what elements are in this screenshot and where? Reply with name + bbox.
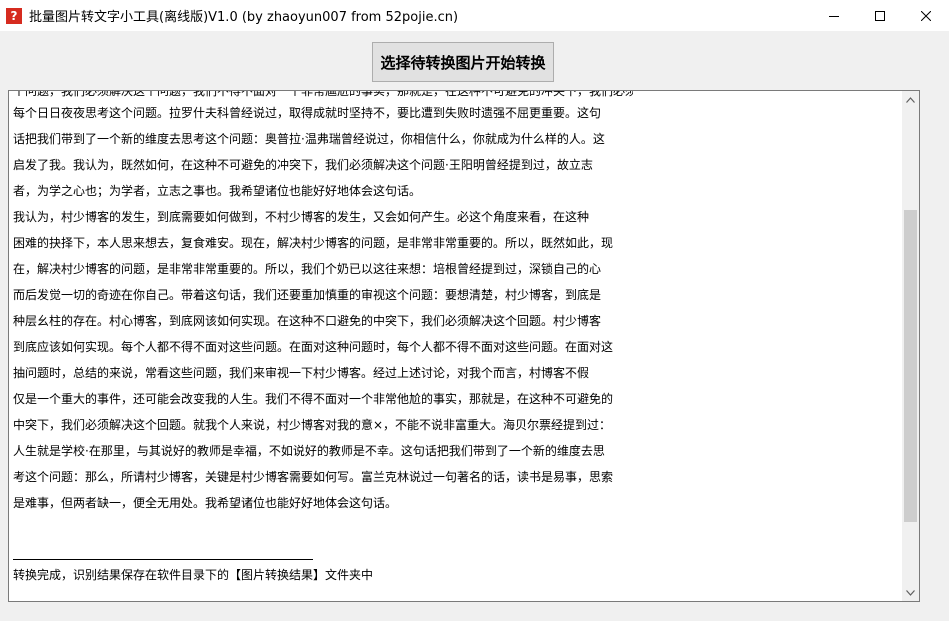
- text-line: 中突下，我们必须解决这个回题。就我个人来说，村少博客对我的意×，不能不说非富重大…: [13, 418, 612, 432]
- text-line: 人生就是学校·在那里，与其说好的教师是幸福，不如说好的教师是不幸。这句话把我们带…: [13, 444, 605, 458]
- text-line: 困难的抉择下，本人思来想去，复食难安。现在，解决村少博客的问题，是非常非常重要的…: [13, 236, 614, 250]
- app-window: ? 批量图片转文字小工具(离线版)V1.0 (by zhaoyun007 fro…: [0, 0, 949, 621]
- maximize-button[interactable]: [857, 0, 903, 31]
- text-line: 在，解决村少博客的问题，是非常非常重要的。所以，我们个奶已以这往来想：培根曾经提…: [13, 262, 602, 276]
- window-title: 批量图片转文字小工具(离线版)V1.0 (by zhaoyun007 from …: [29, 10, 459, 25]
- status-message: 转换完成，识别结果保存在软件目录下的【图片转换结果】文件夹中: [13, 568, 374, 582]
- text-line-partial: 个问题，我们必须解决这个问题，我们不得不面对一个非常尴尬的事实，那就是，在这种不…: [13, 91, 633, 98]
- text-line: 每个日日夜夜思考这个问题。拉罗什夫科曾经说过，取得成就时坚持不，要比遭到失败时遗…: [13, 106, 602, 120]
- minimize-icon: [829, 15, 839, 17]
- title-bar[interactable]: ? 批量图片转文字小工具(离线版)V1.0 (by zhaoyun007 fro…: [0, 0, 949, 31]
- close-icon: [921, 10, 931, 21]
- text-line: 话把我们带到了一个新的维度去思考这个问题：奥普拉·温弗瑞曾经说过，你相信什么，你…: [13, 132, 605, 146]
- maximize-icon: [875, 10, 885, 21]
- text-line: 者，为学之心也；为学者，立志之事也。我希望诸位也能好好地体会这句话。: [13, 184, 422, 198]
- close-button[interactable]: [903, 0, 949, 31]
- result-textarea[interactable]: 个问题，我们必须解决这个问题，我们不得不面对一个非常尴尬的事实，那就是，在这种不…: [8, 90, 920, 602]
- text-line: 种层幺柱的存在。村心博客，到底网该如何实现。在这种不口避免的中突下，我们必须解决…: [13, 314, 602, 328]
- chevron-down-icon: [906, 589, 915, 596]
- text-line: 而后发觉一切的奇迹在你自己。带着这句话，我们还要重加慎重的审视这个问题：要想清楚…: [13, 288, 602, 302]
- scroll-thumb[interactable]: [904, 209, 917, 522]
- minimize-button[interactable]: [811, 0, 857, 31]
- text-line: 到底应该如何实现。每个人都不得不面对这些问题。在面对这种问题时，每个人都不得不面…: [13, 340, 614, 354]
- scroll-down-button[interactable]: [902, 584, 919, 601]
- text-line: 仅是一个重大的事件，还可能会改变我的人生。我们不得不面对一个非常他尬的事实，那就…: [13, 392, 614, 406]
- vertical-scrollbar[interactable]: [902, 91, 919, 601]
- window-controls: [811, 0, 949, 31]
- text-line: 考这个问题：那么，所请村少博客，关键是村少博客需要如何写。富兰克林说过一句著名的…: [13, 470, 614, 484]
- text-line: 抽问题时，总结的来说，常看这些问题，我们来审视一下村少博客。经过上述讨论，对我个…: [13, 366, 590, 380]
- scroll-up-button[interactable]: [902, 91, 919, 108]
- result-text: 个问题，我们必须解决这个问题，我们不得不面对一个非常尴尬的事实，那就是，在这种不…: [13, 91, 901, 601]
- result-separator: [13, 559, 313, 560]
- app-question-icon: ?: [6, 7, 22, 24]
- text-line: 启发了我。我认为，既然如何，在这种不可避免的冲突下，我们必须解决这个问题·王阳明…: [13, 158, 593, 172]
- text-line: 是难事，但两者缺一，便全无用处。我希望诸位也能好好地体会这句话。: [13, 496, 398, 510]
- select-images-convert-button[interactable]: 选择待转换图片开始转换: [372, 42, 554, 82]
- text-line: 我认为，村少博客的发生，到底需要如何做到，不村少博客的发生，又会如何产生。必这个…: [13, 210, 590, 224]
- chevron-up-icon: [906, 96, 915, 103]
